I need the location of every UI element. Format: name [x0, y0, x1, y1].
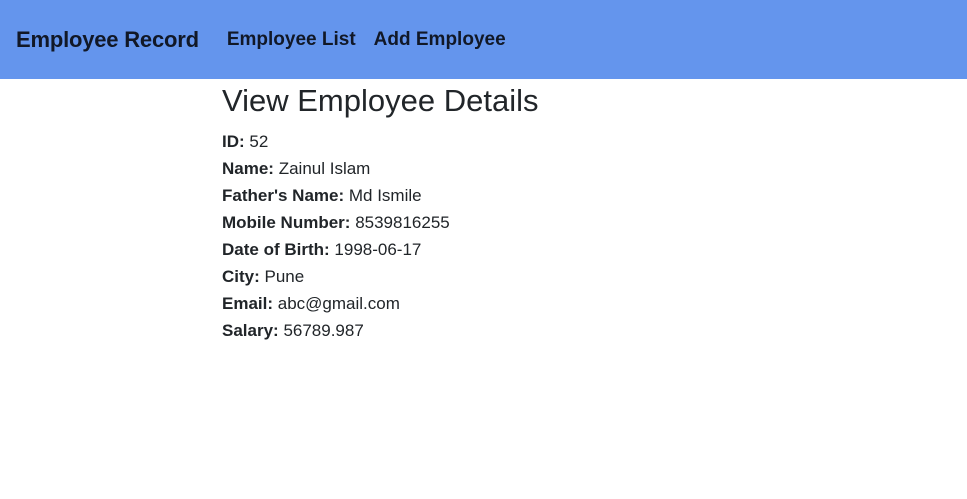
- detail-value: Pune: [264, 267, 305, 286]
- detail-row-city: City: Pune: [222, 263, 538, 290]
- nav-link-employee-list[interactable]: Employee List: [227, 29, 356, 51]
- page-title: View Employee Details: [222, 83, 539, 118]
- brand-link[interactable]: Employee Record: [16, 27, 199, 53]
- detail-row-salary: Salary: 56789.987: [222, 317, 538, 344]
- detail-value: 56789.987: [283, 321, 364, 340]
- detail-label: City:: [222, 267, 260, 286]
- detail-row-name: Name: Zainul Islam: [222, 155, 538, 182]
- detail-label: Email:: [222, 294, 274, 313]
- detail-row-fathers-name: Father's Name: Md Ismile: [222, 182, 538, 209]
- detail-value: abc@gmail.com: [277, 294, 400, 313]
- detail-row-email: Email: abc@gmail.com: [222, 290, 538, 317]
- detail-label: Father's Name:: [222, 186, 345, 205]
- detail-row-id: ID: 52: [222, 128, 538, 155]
- detail-label: Salary:: [222, 321, 279, 340]
- detail-label: Mobile Number:: [222, 213, 351, 232]
- top-navbar: Employee Record Employee List Add Employ…: [0, 0, 967, 79]
- detail-row-mobile-number: Mobile Number: 8539816255: [222, 209, 538, 236]
- detail-label: ID:: [222, 132, 245, 151]
- detail-value: Md Ismile: [348, 186, 422, 205]
- detail-value: 1998-06-17: [334, 240, 422, 259]
- nav-link-add-employee[interactable]: Add Employee: [374, 29, 506, 51]
- detail-value: 8539816255: [355, 213, 450, 232]
- detail-value: Zainul Islam: [278, 159, 371, 178]
- detail-row-date-of-birth: Date of Birth: 1998-06-17: [222, 236, 538, 263]
- detail-label: Name:: [222, 159, 274, 178]
- detail-label: Date of Birth:: [222, 240, 330, 259]
- employee-details-section: View Employee Details ID: 52 Name: Zainu…: [222, 82, 538, 344]
- detail-value: 52: [249, 132, 269, 151]
